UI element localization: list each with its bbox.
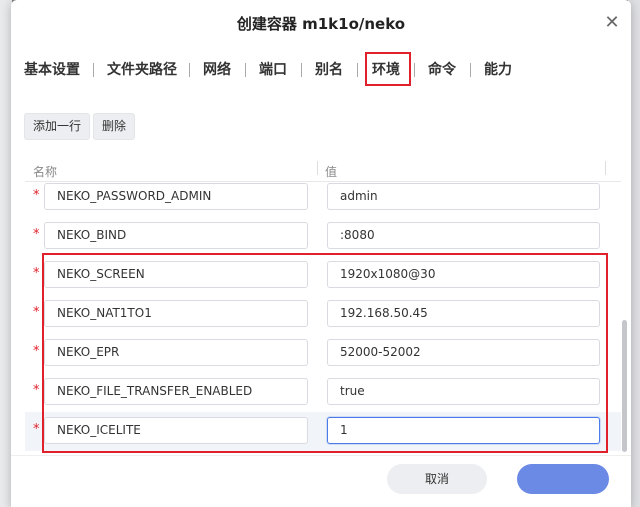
table-scrollbar[interactable] [622, 320, 627, 452]
tab-bar: 基本设置 文件夹路径 网络 端口 别名 环境 命令 能力 [11, 55, 631, 85]
tab-separator [93, 63, 94, 77]
table-row-selected: * NEKO_ICELITE 1 [25, 412, 621, 451]
required-mark: * [33, 266, 40, 281]
cancel-button[interactable]: 取消 [387, 464, 487, 494]
env-value-input[interactable]: admin [327, 183, 600, 210]
tab-basic-settings[interactable]: 基本设置 [24, 59, 80, 79]
tab-ports[interactable]: 端口 [259, 59, 287, 79]
tab-aliases[interactable]: 别名 [315, 59, 343, 79]
dialog-title: 创建容器 m1k1o/neko [236, 15, 406, 33]
column-divider [605, 161, 606, 175]
env-name-input[interactable]: NEKO_ICELITE [44, 417, 308, 444]
table-row: * NEKO_PASSWORD_ADMIN admin [25, 178, 621, 217]
table-row: * NEKO_NAT1TO1 192.168.50.45 [25, 295, 621, 334]
tab-network[interactable]: 网络 [203, 59, 231, 79]
env-name-input[interactable]: NEKO_SCREEN [44, 261, 308, 288]
table-row: * NEKO_EPR 52000-52002 [25, 334, 621, 373]
required-mark: * [33, 305, 40, 320]
tab-separator [357, 63, 358, 77]
column-divider [317, 161, 318, 175]
env-name-input[interactable]: NEKO_FILE_TRANSFER_ENABLED [44, 378, 308, 405]
tab-separator [301, 63, 302, 77]
env-name-input[interactable]: NEKO_EPR [44, 339, 308, 366]
tab-separator [414, 63, 415, 77]
env-name-input[interactable]: NEKO_NAT1TO1 [44, 300, 308, 327]
required-mark: * [33, 422, 40, 437]
add-row-button[interactable]: 添加一行 [24, 113, 91, 140]
table-row: * NEKO_SCREEN 1920x1080@30 [25, 256, 621, 295]
tab-separator [189, 63, 190, 77]
tab-capabilities[interactable]: 能力 [484, 59, 512, 79]
dialog-footer: 取消 [11, 455, 631, 507]
active-tab-highlight [365, 52, 411, 86]
env-value-input[interactable]: 192.168.50.45 [327, 300, 600, 327]
required-mark: * [33, 188, 40, 203]
close-icon[interactable]: ✕ [603, 14, 621, 32]
env-value-input[interactable]: 1 [327, 417, 600, 444]
env-name-input[interactable]: NEKO_BIND [44, 222, 308, 249]
env-name-input[interactable]: NEKO_PASSWORD_ADMIN [44, 183, 308, 210]
env-value-input[interactable]: 52000-52002 [327, 339, 600, 366]
env-value-input[interactable]: 1920x1080@30 [327, 261, 600, 288]
tab-separator [245, 63, 246, 77]
tab-folder-paths[interactable]: 文件夹路径 [107, 59, 177, 79]
required-mark: * [33, 383, 40, 398]
tab-command[interactable]: 命令 [428, 59, 456, 79]
env-table: 名称 值 * NEKO_PASSWORD_ADMIN admin * NEKO_… [25, 155, 627, 455]
table-row: * NEKO_FILE_TRANSFER_ENABLED true [25, 373, 621, 412]
env-value-input[interactable]: :8080 [327, 222, 600, 249]
tab-separator [470, 63, 471, 77]
env-value-input[interactable]: true [327, 378, 600, 405]
create-container-dialog: 创建容器 m1k1o/neko ✕ 基本设置 文件夹路径 网络 端口 别名 环境… [11, 0, 631, 507]
confirm-button[interactable] [517, 464, 609, 494]
table-row: * NEKO_BIND :8080 [25, 217, 621, 256]
required-mark: * [33, 344, 40, 359]
delete-button[interactable]: 删除 [93, 113, 136, 140]
required-mark: * [33, 227, 40, 242]
